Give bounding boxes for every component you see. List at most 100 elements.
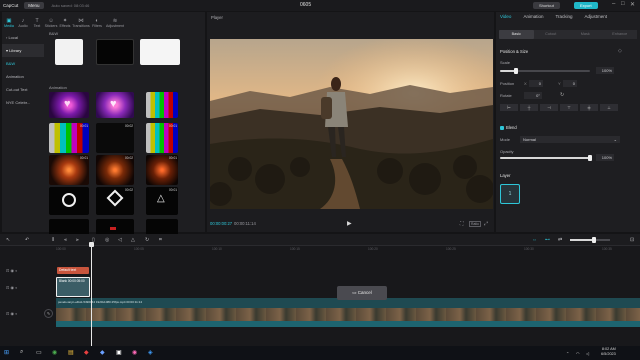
text-clip[interactable]: Default text	[57, 267, 89, 274]
thumb-orange-glow-2[interactable]: 00:02	[96, 155, 134, 185]
scale-knob[interactable]	[514, 68, 519, 74]
tool-transitions[interactable]: ⋈ Transitions	[72, 12, 90, 28]
blend-checkbox[interactable]	[500, 126, 504, 130]
scale-slider[interactable]	[500, 68, 590, 74]
snap-icon[interactable]: ⇄	[558, 237, 562, 243]
volume-icon[interactable]: ◁	[586, 351, 589, 356]
tray-chevron-icon[interactable]: ⌃	[566, 351, 569, 356]
thumb-dark-1[interactable]: 00:02	[96, 123, 134, 153]
scale-value[interactable]: 100%	[596, 67, 614, 74]
menu-button[interactable]: Menu	[24, 2, 44, 9]
thumb-colorbars[interactable]	[146, 92, 178, 118]
thumb-white[interactable]	[55, 39, 83, 65]
opacity-value[interactable]: 100%	[596, 154, 614, 161]
task-view-icon[interactable]: ▭	[36, 349, 42, 356]
split-icon[interactable]: ⫴	[52, 237, 54, 243]
capcut-taskbar-icon[interactable]: ▣	[116, 349, 122, 356]
tool-adjustment[interactable]: ≋ Adjustment	[104, 12, 126, 28]
sidenav-bw[interactable]: B&W	[2, 57, 44, 70]
export-button[interactable]: Export	[574, 2, 598, 9]
shortcut-button[interactable]: Shortcut	[533, 2, 560, 9]
rotate-value[interactable]: 0°	[524, 92, 542, 99]
reverse-icon[interactable]: ◁	[118, 237, 122, 243]
align-left-icon[interactable]: ⊢	[500, 104, 518, 111]
thumb-ring[interactable]	[49, 187, 89, 215]
keyframe-icon[interactable]: ◇	[618, 48, 622, 54]
maximize-icon[interactable]: □	[621, 1, 625, 7]
tab-adjustment[interactable]: Adjustment	[585, 14, 608, 24]
app-icon-blue[interactable]: ◆	[100, 349, 105, 356]
mode-select[interactable]: Normal ⌄	[520, 136, 620, 143]
overlay-track-controls[interactable]: ⊡ ◉ ◐	[6, 285, 17, 290]
cancel-button[interactable]: ▭ Cancel	[337, 286, 387, 300]
app-icon-red[interactable]: ◆	[84, 349, 89, 356]
thumb-white-wide[interactable]	[140, 39, 180, 65]
rotate-clip-icon[interactable]: ↻	[145, 237, 149, 243]
align-center-icon[interactable]: ┼	[520, 104, 538, 111]
tab-video[interactable]: Video	[500, 14, 511, 24]
sidenav-library[interactable]: ▾ Library	[2, 44, 44, 57]
clock[interactable]: 8:02 AM 6/5/2023	[601, 347, 616, 357]
thumb-diamond[interactable]: 00:02	[96, 187, 134, 215]
windows-start-icon[interactable]: ⊞	[4, 349, 9, 356]
tab-tracking[interactable]: Tracking	[555, 14, 572, 24]
ratio-button[interactable]: Ratio	[469, 221, 481, 227]
thumb-triangle[interactable]: △ 00:01	[146, 187, 178, 215]
layer-box[interactable]: 1	[500, 184, 520, 204]
tool-filters[interactable]: ◐ Filters	[90, 12, 104, 28]
position-x[interactable]: 0	[529, 80, 543, 87]
thumb-orange-glow-3[interactable]: 00:01	[146, 155, 178, 185]
sidenav-local[interactable]: › Local	[2, 31, 44, 44]
thumb-heart-pink[interactable]: ♥	[96, 92, 134, 118]
link-icon[interactable]: ⇔	[532, 237, 537, 243]
sidenav-animation[interactable]: Animation	[2, 70, 44, 83]
fit-icon[interactable]: ⛶	[460, 221, 464, 227]
align-middle-icon[interactable]: ╪	[580, 104, 598, 111]
split-right-icon[interactable]: ⫸	[76, 237, 79, 243]
app-icon-lightblue[interactable]: ◈	[148, 349, 153, 356]
zoom-knob[interactable]	[592, 237, 596, 243]
align-right-icon[interactable]: ⊣	[540, 104, 558, 111]
tool-stickers[interactable]: ☺ Stickers	[44, 12, 58, 28]
video-preview[interactable]	[210, 39, 493, 209]
tab-animation[interactable]: Animation	[523, 14, 543, 24]
cover-icon[interactable]: ✎	[44, 309, 53, 318]
thumb-colorbars-3[interactable]: 00:01	[146, 123, 178, 153]
split-left-icon[interactable]: ⫷	[64, 237, 67, 243]
tool-effects[interactable]: ✦ Effects	[58, 12, 72, 28]
tool-text[interactable]: T Text	[30, 12, 44, 28]
subtab-basic[interactable]: Basic	[499, 30, 534, 39]
opacity-knob[interactable]	[588, 155, 592, 161]
mirror-icon[interactable]: △	[131, 237, 135, 243]
text-track-controls[interactable]: ⊡ ◉ ◐	[6, 268, 17, 273]
tool-audio[interactable]: ♪ Audio	[16, 12, 30, 28]
thumb-black[interactable]	[96, 39, 134, 65]
selected-clip[interactable]: Blank 00:00:05:00	[56, 277, 90, 297]
app-icon-pink[interactable]: ◉	[132, 349, 137, 356]
align-top-icon[interactable]: ⊤	[560, 104, 578, 111]
close-icon[interactable]: ✕	[630, 1, 635, 8]
tool-media[interactable]: ▣ Media	[2, 12, 16, 28]
undo-icon[interactable]: ↶	[25, 237, 29, 243]
position-y[interactable]: 0	[563, 80, 577, 87]
opacity-slider[interactable]	[500, 155, 592, 161]
wifi-icon[interactable]: ◠	[576, 351, 580, 356]
freeze-icon[interactable]: ◎	[105, 237, 109, 243]
explorer-icon[interactable]: ▤	[68, 349, 74, 356]
main-track-controls[interactable]: ⊡ ◉ ◐	[6, 311, 17, 316]
play-icon[interactable]: ▶	[347, 220, 352, 227]
thumb-colorbars-2[interactable]: 00:01	[49, 123, 89, 153]
magnet-icon[interactable]: ⊷	[545, 237, 550, 243]
thumb-orange-glow[interactable]: 00:01	[49, 155, 89, 185]
playhead[interactable]	[91, 242, 92, 346]
sidenav-cutout-text[interactable]: Cut-out Text	[2, 83, 44, 96]
search-icon[interactable]: ⌕	[20, 349, 23, 356]
fullscreen-icon[interactable]: ⤢	[484, 221, 488, 227]
minimize-icon[interactable]: –	[612, 1, 615, 7]
subtab-mask[interactable]: Mask	[568, 30, 603, 39]
sidenav-nye[interactable]: NYE Celebr...	[2, 96, 44, 109]
thumb-heart-purple[interactable]: ♥	[49, 92, 89, 118]
chrome-icon[interactable]: ◉	[52, 349, 57, 356]
select-tool-icon[interactable]: ↖	[6, 237, 10, 243]
main-clip-filmstrip[interactable]	[56, 308, 640, 321]
